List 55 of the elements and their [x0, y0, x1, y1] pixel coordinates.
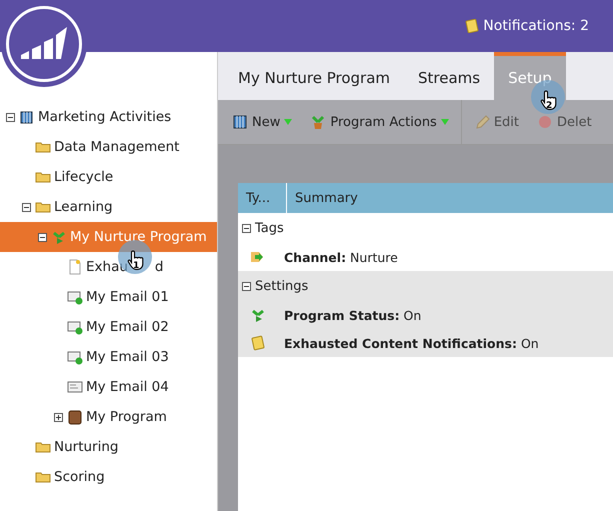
tree-item[interactable]: Learning [54, 199, 113, 215]
collapse-icon[interactable] [6, 112, 15, 122]
email-icon [67, 289, 83, 305]
step-number: 1 [133, 261, 140, 271]
dropdown-caret-icon [440, 119, 449, 125]
group-label: Settings [255, 278, 308, 294]
email-icon [67, 349, 83, 365]
tree-item[interactable]: Data Management [54, 139, 180, 155]
tree-item[interactable]: Lifecycle [54, 169, 114, 185]
setting-text: Channel: Nurture [284, 250, 398, 264]
cube-icon [232, 114, 248, 130]
group-header[interactable]: Tags [238, 213, 613, 243]
toolbar-button[interactable]: Program Actions [310, 114, 449, 130]
note-icon [250, 335, 266, 351]
group-header[interactable]: Settings [238, 271, 613, 301]
notifications-link[interactable]: Notifications: 2 [465, 18, 589, 34]
setting-text: Exhausted Content Notifications: On [284, 336, 539, 350]
step-number: 2 [546, 101, 552, 111]
dropdown-caret-icon [284, 119, 292, 125]
delete-icon [537, 114, 554, 130]
sprout-icon [250, 307, 266, 323]
collapse-icon[interactable] [242, 282, 251, 290]
note-icon [67, 259, 83, 275]
setting-text: Program Status: On [284, 308, 422, 322]
tree-item[interactable]: Nurturing [54, 439, 118, 455]
pencil-icon [474, 114, 490, 130]
hand-cursor-icon [540, 88, 558, 112]
tree-item[interactable]: My Program [86, 409, 167, 425]
box-icon [67, 409, 83, 425]
collapse-icon[interactable] [22, 202, 31, 212]
group-label: Tags [255, 220, 284, 236]
pot-icon [310, 114, 326, 130]
tree-item-fragment: d [154, 259, 164, 275]
note-icon [465, 19, 480, 33]
tree-item[interactable]: My Email 03 [86, 349, 169, 365]
tree-item[interactable]: My Email 02 [86, 319, 169, 335]
tag-icon [250, 249, 266, 265]
expand-icon[interactable] [54, 412, 63, 422]
collapse-icon[interactable] [242, 224, 251, 232]
toolbar-button[interactable]: New [232, 114, 292, 130]
column-header[interactable]: Ty... [238, 183, 287, 213]
collapse-icon[interactable] [38, 232, 47, 242]
column-header[interactable]: Summary [287, 183, 358, 213]
tree-item[interactable]: Exhau [86, 259, 128, 275]
tree-item[interactable]: Marketing Activities [38, 109, 172, 125]
hand-cursor-icon [127, 248, 145, 272]
tree-item[interactable]: My Email 04 [86, 379, 169, 395]
tree-item[interactable]: My Email 01 [86, 289, 169, 305]
cube-icon [19, 109, 35, 125]
tab[interactable]: My Nurture Program [224, 52, 404, 100]
sprout-icon [51, 229, 67, 245]
email-icon [67, 379, 83, 395]
tree-item[interactable]: Scoring [54, 469, 105, 485]
tab[interactable]: Streams [404, 52, 494, 100]
email-icon [67, 319, 83, 335]
